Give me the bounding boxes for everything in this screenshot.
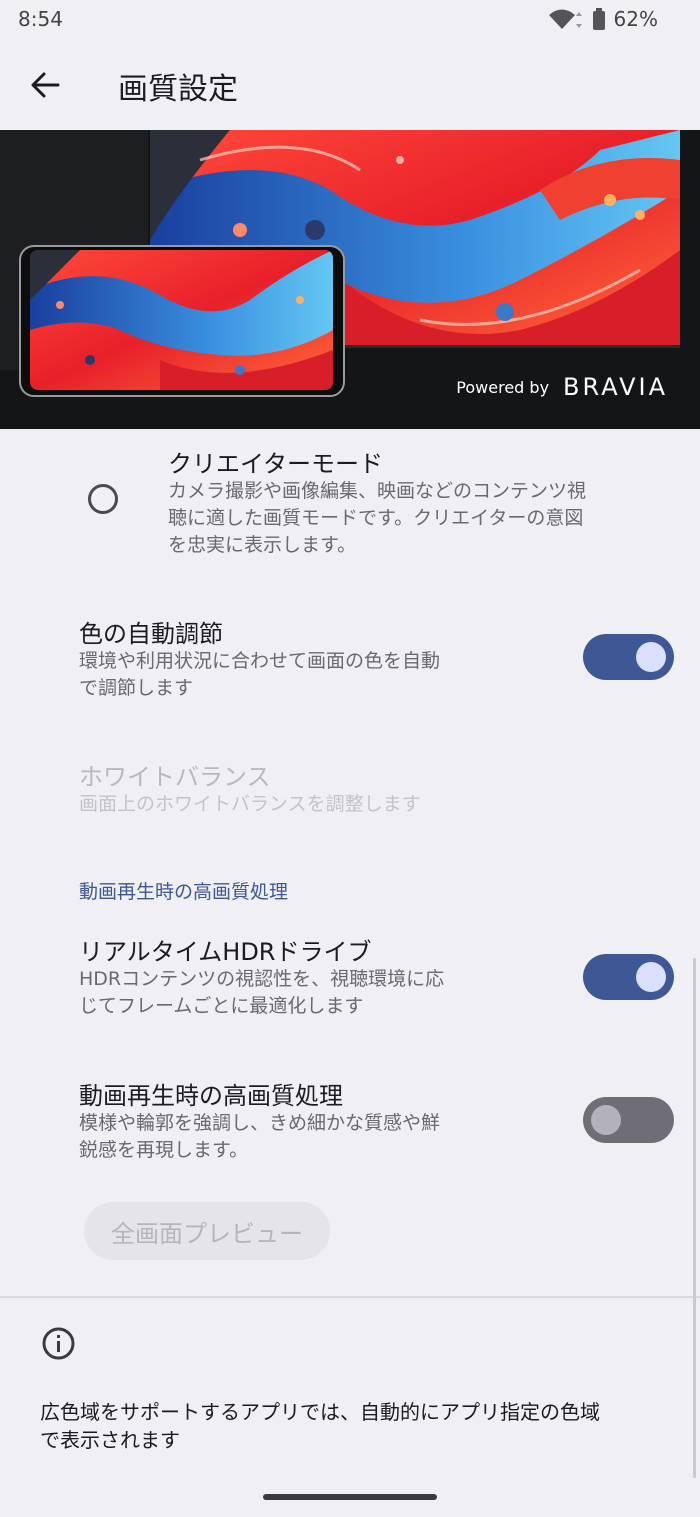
auto-color-desc-1: 環境や利用状況に合わせて画面の色を自動 — [79, 650, 441, 672]
toggle-knob — [636, 962, 666, 992]
section-header-video: 動画再生時の高画質処理 — [79, 881, 289, 903]
toggle-knob — [591, 1105, 621, 1135]
auto-color-toggle[interactable] — [583, 634, 674, 680]
status-time: 8:54 — [18, 7, 63, 31]
hdr-drive-toggle[interactable] — [583, 954, 674, 1000]
scrollbar[interactable] — [693, 958, 696, 1478]
bravia-logo: BRAVIA — [563, 373, 668, 401]
gesture-nav-handle[interactable] — [263, 1494, 437, 1500]
back-button[interactable] — [20, 60, 70, 110]
creator-mode-title: クリエイターモード — [168, 450, 384, 478]
hdr-drive-setting[interactable]: リアルタイムHDRドライブ HDRコンテンツの視認性を、視聴環境に応 じてフレー… — [0, 920, 700, 1030]
white-balance-desc: 画面上のホワイトバランスを調整します — [79, 793, 421, 815]
battery-icon — [592, 8, 605, 30]
auto-color-desc-2: で調節します — [79, 677, 194, 699]
creator-mode-desc-2: 聴に適した画質モードです。クリエイターの意図 — [168, 507, 584, 529]
info-icon — [42, 1327, 75, 1360]
creator-mode-option[interactable]: クリエイターモード カメラ撮影や画像編集、映画などのコンテンツ視 聴に適した画質… — [0, 430, 700, 590]
creator-mode-radio[interactable] — [88, 484, 118, 514]
hdr-drive-desc-2: じてフレームごとに最適化します — [79, 995, 364, 1017]
creator-mode-desc-1: カメラ撮影や画像編集、映画などのコンテンツ視 — [168, 480, 587, 502]
arrow-back-icon — [31, 72, 60, 98]
powered-by-text: Powered by — [456, 377, 550, 397]
footer-info-text: 広色域をサポートするアプリでは、自動的にアプリ指定の色域 で表示されます — [40, 1398, 680, 1454]
video-enhance-desc-2: 鋭感を再現します。 — [79, 1139, 249, 1161]
video-enhance-toggle[interactable] — [583, 1097, 674, 1143]
app-bar: 画質設定 — [0, 40, 700, 130]
auto-color-setting[interactable]: 色の自動調節 環境や利用状況に合わせて画面の色を自動 で調節します — [0, 600, 700, 710]
hdr-drive-desc-1: HDRコンテンツの視認性を、視聴環境に応 — [79, 968, 445, 990]
fullscreen-preview-button[interactable]: 全画面プレビュー — [84, 1202, 330, 1260]
wifi-icon — [548, 9, 582, 29]
white-balance-title: ホワイトバランス — [79, 763, 271, 791]
hero-banner: Powered by BRAVIA — [0, 130, 700, 429]
video-enhance-title: 動画再生時の高画質処理 — [79, 1082, 343, 1110]
hdr-drive-title: リアルタイムHDRドライブ — [79, 938, 372, 966]
status-icons: 62% — [548, 7, 658, 31]
page-title: 画質設定 — [118, 72, 238, 107]
creator-mode-desc-3: を忠実に表示します。 — [168, 534, 357, 556]
status-bar: 8:54 62% — [0, 0, 700, 40]
footer-text-line-2: で表示されます — [40, 1428, 180, 1452]
video-enhance-desc-1: 模様や輪郭を強調し、きめ細かな質感や鮮 — [79, 1112, 441, 1134]
white-balance-setting[interactable]: ホワイトバランス 画面上のホワイトバランスを調整します — [0, 745, 700, 825]
toggle-knob — [636, 642, 666, 672]
auto-color-title: 色の自動調節 — [79, 620, 223, 648]
battery-percent: 62% — [613, 7, 658, 31]
powered-by-bravia: Powered by BRAVIA — [456, 373, 668, 401]
footer-text-line-1: 広色域をサポートするアプリでは、自動的にアプリ指定の色域 — [40, 1400, 600, 1424]
video-enhance-setting[interactable]: 動画再生時の高画質処理 模様や輪郭を強調し、きめ細かな質感や鮮 鋭感を再現します… — [0, 1065, 700, 1175]
divider — [0, 1296, 700, 1298]
